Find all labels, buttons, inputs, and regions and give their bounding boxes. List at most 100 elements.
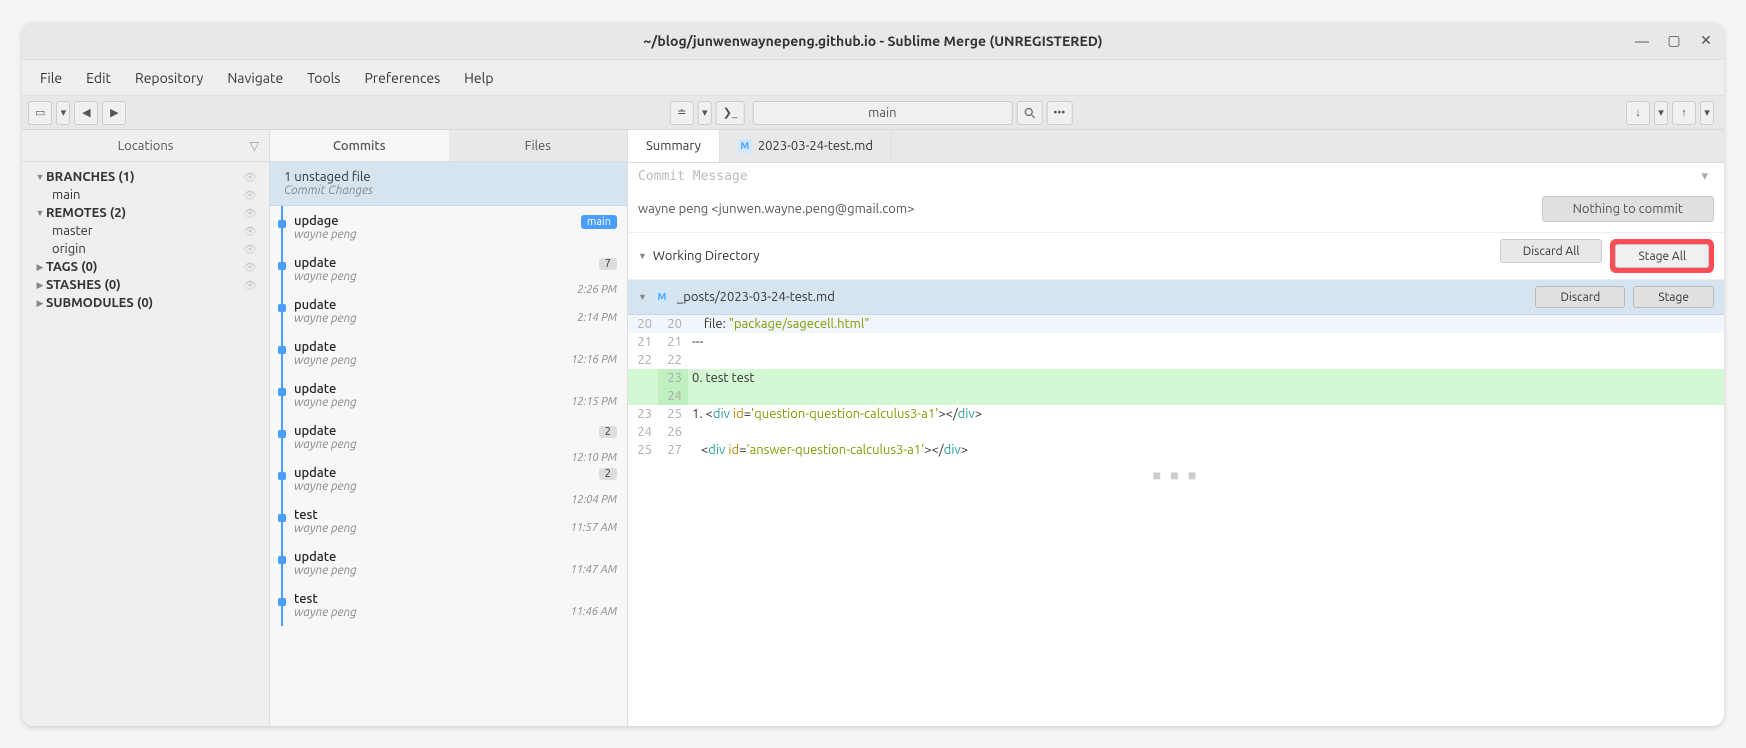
diff-line[interactable]: 2527 <div id='answer-question-calculus3-… (628, 441, 1724, 459)
eye-icon[interactable]: 👁 (243, 261, 257, 274)
sidebar-toggle-button[interactable]: ▭ (28, 101, 52, 125)
commit-title: test (294, 592, 617, 606)
sidebar-toggle-dropdown[interactable]: ▾ (56, 101, 70, 125)
eye-icon[interactable]: 👁 (243, 207, 257, 220)
diff-line[interactable]: 2426 (628, 423, 1724, 441)
chevron-down-icon[interactable]: ▼ (638, 251, 647, 261)
push-dropdown[interactable]: ▾ (1700, 101, 1714, 125)
commit-author: wayne peng (294, 522, 617, 535)
commit-title: update (294, 256, 617, 270)
line-number-new: 26 (658, 423, 688, 441)
terminal-button[interactable]: ❯_ (716, 101, 745, 125)
push-button[interactable]: ↑ (1672, 101, 1696, 125)
diff-line[interactable]: 23251. <div id='question-question-calcul… (628, 405, 1724, 423)
tree-group-label: REMOTES (2) (46, 206, 126, 220)
tree-group[interactable]: ▶STASHES (0)👁 (26, 276, 265, 294)
discard-button[interactable]: Discard (1535, 286, 1625, 308)
stage-all-button[interactable]: Stage All (1615, 244, 1709, 268)
line-number-old (628, 387, 658, 405)
diff-line[interactable]: 230. test test (628, 369, 1724, 387)
line-number-old: 21 (628, 333, 658, 351)
commit-item[interactable]: update wayne peng 212:04 PM (270, 458, 627, 500)
branch-selector[interactable]: main (752, 101, 1012, 125)
commit-item[interactable]: update wayne peng 72:26 PM (270, 248, 627, 290)
tree-group-label: SUBMODULES (0) (46, 296, 153, 310)
eye-icon[interactable]: 👁 (243, 189, 257, 202)
line-number-new: 22 (658, 351, 688, 369)
tab-files[interactable]: Files (449, 130, 628, 161)
tab-summary[interactable]: Summary (628, 130, 720, 162)
commit-item[interactable]: update wayne peng 212:10 PM (270, 416, 627, 458)
tree-group-label: STASHES (0) (46, 278, 121, 292)
minimize-icon[interactable]: — (1632, 31, 1652, 51)
tree-item[interactable]: origin👁 (26, 240, 265, 258)
menu-repository[interactable]: Repository (125, 66, 213, 90)
tab-file-label: 2023-03-24-test.md (758, 139, 873, 153)
commit-message-input[interactable] (638, 169, 1695, 184)
chevron-down-icon[interactable]: ▼ (638, 292, 647, 302)
eye-icon[interactable]: 👁 (243, 225, 257, 238)
commit-item[interactable]: test wayne peng 11:46 AM (270, 584, 627, 626)
pull-button[interactable]: ↓ (1626, 101, 1650, 125)
tree-item[interactable]: main👁 (26, 186, 265, 204)
diff-line[interactable]: 2121--- (628, 333, 1724, 351)
search-button[interactable] (1016, 101, 1042, 125)
eye-icon[interactable]: 👁 (243, 243, 257, 256)
tree-group[interactable]: ▼BRANCHES (1)👁 (26, 168, 265, 186)
menu-file[interactable]: File (30, 66, 72, 90)
commit-item[interactable]: pudate wayne peng 2:14 PM (270, 290, 627, 332)
tree-group[interactable]: ▶SUBMODULES (0) (26, 294, 265, 312)
diff-line[interactable]: 2020 file: "package/sagecell.html" (628, 315, 1724, 333)
line-number-old: 25 (628, 441, 658, 459)
menu-navigate[interactable]: Navigate (217, 66, 293, 90)
commit-item[interactable]: update wayne peng 12:15 PM (270, 374, 627, 416)
line-number-new: 23 (658, 369, 688, 387)
line-number-new: 25 (658, 405, 688, 423)
commit-message-menu[interactable]: ▾ (1695, 169, 1714, 184)
commit-item[interactable]: test wayne peng 11:57 AM (270, 500, 627, 542)
maximize-icon[interactable]: ▢ (1664, 31, 1684, 51)
modified-icon: M (738, 139, 752, 153)
discard-all-button[interactable]: Discard All (1500, 239, 1603, 263)
back-button[interactable]: ◀ (74, 101, 98, 125)
menu-help[interactable]: Help (454, 66, 503, 90)
more-button[interactable]: ••• (1046, 101, 1072, 125)
commit-item[interactable]: updage wayne peng main (270, 206, 627, 248)
eye-icon[interactable]: 👁 (243, 279, 257, 292)
chevron-icon: ▶ (34, 298, 46, 309)
pull-dropdown[interactable]: ▾ (1654, 101, 1668, 125)
window-title: ~/blog/junwenwaynepeng.github.io - Subli… (643, 33, 1102, 49)
menu-preferences[interactable]: Preferences (354, 66, 450, 90)
forward-button[interactable]: ▶ (102, 101, 126, 125)
count-badge: 2 (599, 468, 617, 480)
commit-button[interactable]: Nothing to commit (1542, 196, 1714, 222)
stage-button[interactable]: Stage (1633, 286, 1714, 308)
stash-button[interactable]: ≐ (670, 101, 694, 125)
menu-tools[interactable]: Tools (297, 66, 350, 90)
commit-stage-area[interactable]: 1 unstaged file Commit Changes (270, 162, 627, 206)
tree-item[interactable]: master👁 (26, 222, 265, 240)
diff-content: 0. test test (688, 369, 1724, 387)
tab-file[interactable]: M 2023-03-24-test.md (720, 130, 892, 162)
menu-edit[interactable]: Edit (76, 66, 121, 90)
commit-author: wayne peng <junwen.wayne.peng@gmail.com> (638, 202, 914, 216)
commit-changes-label: Commit Changes (284, 184, 613, 197)
chevron-icon: ▼ (34, 172, 46, 182)
commit-author: wayne peng (294, 564, 617, 577)
menubar: File Edit Repository Navigate Tools Pref… (22, 60, 1724, 96)
diff-line[interactable]: 24 (628, 387, 1724, 405)
commit-item[interactable]: update wayne peng 12:16 PM (270, 332, 627, 374)
commit-time: 12:15 PM (571, 396, 617, 408)
filter-icon[interactable]: ▽ (250, 139, 259, 153)
tree-group[interactable]: ▶TAGS (0)👁 (26, 258, 265, 276)
tree-group[interactable]: ▼REMOTES (2)👁 (26, 204, 265, 222)
diff-content: file: "package/sagecell.html" (688, 315, 1724, 333)
commit-author: wayne peng (294, 270, 617, 283)
close-icon[interactable]: ✕ (1696, 31, 1716, 51)
tab-commits[interactable]: Commits (270, 130, 449, 161)
eye-icon[interactable]: 👁 (243, 171, 257, 184)
graph-dot (278, 430, 286, 438)
stash-dropdown[interactable]: ▾ (698, 101, 712, 125)
commit-item[interactable]: update wayne peng 11:47 AM (270, 542, 627, 584)
diff-line[interactable]: 2222 (628, 351, 1724, 369)
